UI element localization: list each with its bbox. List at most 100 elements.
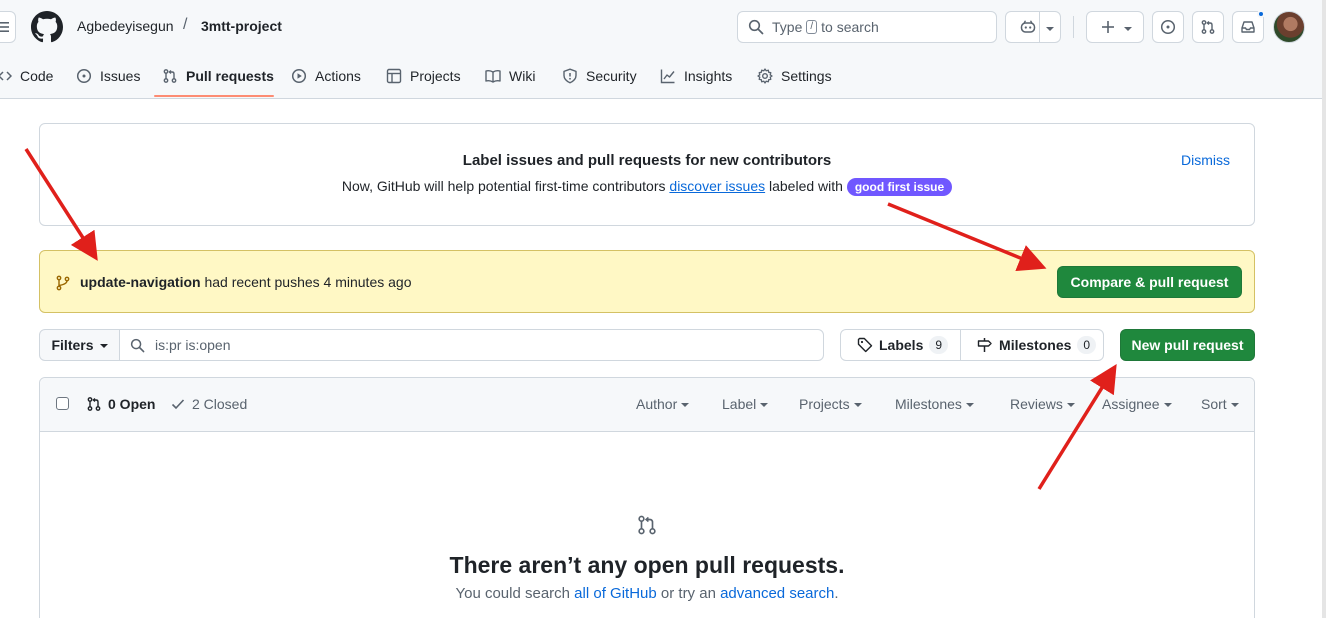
git-pull-request-icon [163, 69, 177, 83]
compare-and-pull-request-button[interactable]: Compare & pull request [1057, 266, 1242, 298]
top-bar: Agbedeyisegun / 3mtt-project Type / to s… [0, 0, 1326, 54]
branch-name[interactable]: update-navigation [80, 274, 201, 290]
milestones-count: 0 [1077, 336, 1097, 354]
copilot-button[interactable] [1005, 11, 1061, 43]
hamburger-icon [0, 22, 9, 32]
tab-label: Insights [684, 68, 733, 84]
tab-security[interactable]: Security [562, 54, 637, 98]
tab-insights[interactable]: Insights [660, 54, 732, 98]
chevron-down-icon [99, 344, 108, 348]
milestones-button[interactable]: Milestones 0 [960, 330, 1108, 360]
gear-icon [757, 68, 773, 84]
pull-request-list: 0 Open 2 Closed Author Label Projects Mi… [39, 377, 1255, 618]
search-query: is:pr is:open [155, 337, 231, 353]
reviews-filter[interactable]: Reviews [1010, 396, 1075, 412]
repo-header: Agbedeyisegun / 3mtt-project Type / to s… [0, 0, 1326, 99]
sort-label: Sort [1201, 396, 1227, 412]
closed-count: 2 Closed [192, 396, 248, 412]
tab-wiki[interactable]: Wiki [485, 54, 535, 98]
filters-dropdown[interactable]: Filters [40, 330, 120, 360]
tab-issues[interactable]: Issues [76, 54, 140, 98]
new-contributors-banner: Label issues and pull requests for new c… [39, 123, 1255, 226]
tab-label: Projects [410, 68, 461, 84]
inbox-icon [1241, 21, 1255, 33]
avatar[interactable] [1273, 11, 1305, 43]
breadcrumb-repo[interactable]: 3mtt-project [201, 18, 282, 34]
chevron-down-icon [1066, 403, 1075, 407]
label-filter-label: Label [722, 396, 757, 412]
assignee-filter[interactable]: Assignee [1102, 396, 1172, 412]
sort-dropdown[interactable]: Sort [1201, 396, 1239, 412]
reviews-filter-label: Reviews [1010, 396, 1063, 412]
filters-label: Filters [51, 337, 94, 353]
tab-label: Settings [781, 68, 832, 84]
breadcrumb-separator: / [183, 16, 188, 33]
search-shortcut-key: / [806, 20, 818, 34]
dismiss-button[interactable]: Dismiss [1181, 152, 1230, 168]
labels-milestones-group: Labels 9 Milestones 0 [840, 329, 1104, 361]
labels-button[interactable]: Labels 9 [841, 330, 960, 360]
tab-pull-requests[interactable]: Pull requests [162, 54, 274, 98]
tab-code[interactable]: Code [0, 54, 53, 98]
tab-label: Actions [315, 68, 361, 84]
chevron-down-icon [1046, 27, 1054, 31]
select-all-checkbox[interactable] [56, 397, 69, 410]
filter-bar: Filters is:pr is:open [39, 329, 824, 361]
github-logo-icon[interactable] [31, 11, 63, 43]
push-message-text: had recent pushes 4 minutes ago [204, 274, 412, 290]
create-new-button[interactable] [1086, 11, 1144, 43]
pull-requests-shortcut-button[interactable] [1192, 11, 1224, 43]
empty-text-end: . [834, 585, 839, 602]
issue-opened-icon [1160, 19, 1176, 35]
banner-text-before: Now, GitHub will help potential first-ti… [341, 178, 666, 194]
author-filter-label: Author [636, 396, 678, 412]
tab-label: Pull requests [186, 68, 274, 84]
milestones-label: Milestones [999, 337, 1072, 353]
good-first-issue-label[interactable]: good first issue [846, 178, 953, 196]
banner-text-after: labeled with [769, 178, 843, 194]
all-of-github-link[interactable]: all of GitHub [574, 585, 657, 602]
banner-title: Label issues and pull requests for new c… [462, 152, 832, 169]
chevron-down-icon [1163, 403, 1172, 407]
search-icon [130, 338, 145, 352]
advanced-search-link[interactable]: advanced search [720, 585, 834, 602]
issues-shortcut-button[interactable] [1152, 11, 1184, 43]
tab-settings[interactable]: Settings [757, 54, 832, 98]
shield-icon [563, 68, 577, 84]
tab-label: Wiki [509, 68, 536, 84]
tab-projects[interactable]: Projects [386, 54, 461, 98]
label-filter[interactable]: Label [722, 396, 769, 412]
git-pull-request-icon [638, 515, 656, 535]
play-icon [291, 68, 307, 84]
discover-issues-link[interactable]: discover issues [669, 178, 765, 194]
active-tab-indicator [154, 95, 274, 97]
open-count: 0 Open [108, 396, 156, 412]
tag-icon [857, 337, 873, 353]
open-filter[interactable]: 0 Open [86, 396, 155, 412]
global-search-input[interactable]: Type / to search [737, 11, 997, 43]
projects-filter[interactable]: Projects [799, 396, 862, 412]
chevron-down-icon [1124, 27, 1132, 31]
code-icon [0, 71, 12, 81]
new-pull-request-button[interactable]: New pull request [1120, 329, 1255, 361]
window-edge [1322, 0, 1326, 618]
empty-text-before: You could search [455, 585, 570, 602]
recent-push-banner: update-navigation had recent pushes 4 mi… [39, 250, 1255, 313]
chevron-down-icon [681, 403, 690, 407]
milestones-filter[interactable]: Milestones [895, 396, 974, 412]
empty-text-middle: or try an [660, 585, 716, 602]
projects-filter-label: Projects [799, 396, 850, 412]
author-filter[interactable]: Author [636, 396, 690, 412]
git-pull-request-icon [1201, 20, 1215, 34]
breadcrumb-owner[interactable]: Agbedeyisegun [77, 18, 174, 34]
search-placeholder-prefix: Type [772, 19, 803, 35]
chevron-down-icon [1230, 403, 1239, 407]
issue-opened-icon [76, 68, 92, 84]
closed-filter[interactable]: 2 Closed [170, 396, 247, 412]
banner-text: Now, GitHub will help potential first-ti… [40, 178, 1254, 196]
search-pull-requests-input[interactable]: is:pr is:open [120, 330, 823, 360]
menu-button[interactable] [0, 11, 16, 43]
tab-actions[interactable]: Actions [291, 54, 361, 98]
graph-icon [660, 69, 675, 84]
book-icon [485, 69, 501, 83]
